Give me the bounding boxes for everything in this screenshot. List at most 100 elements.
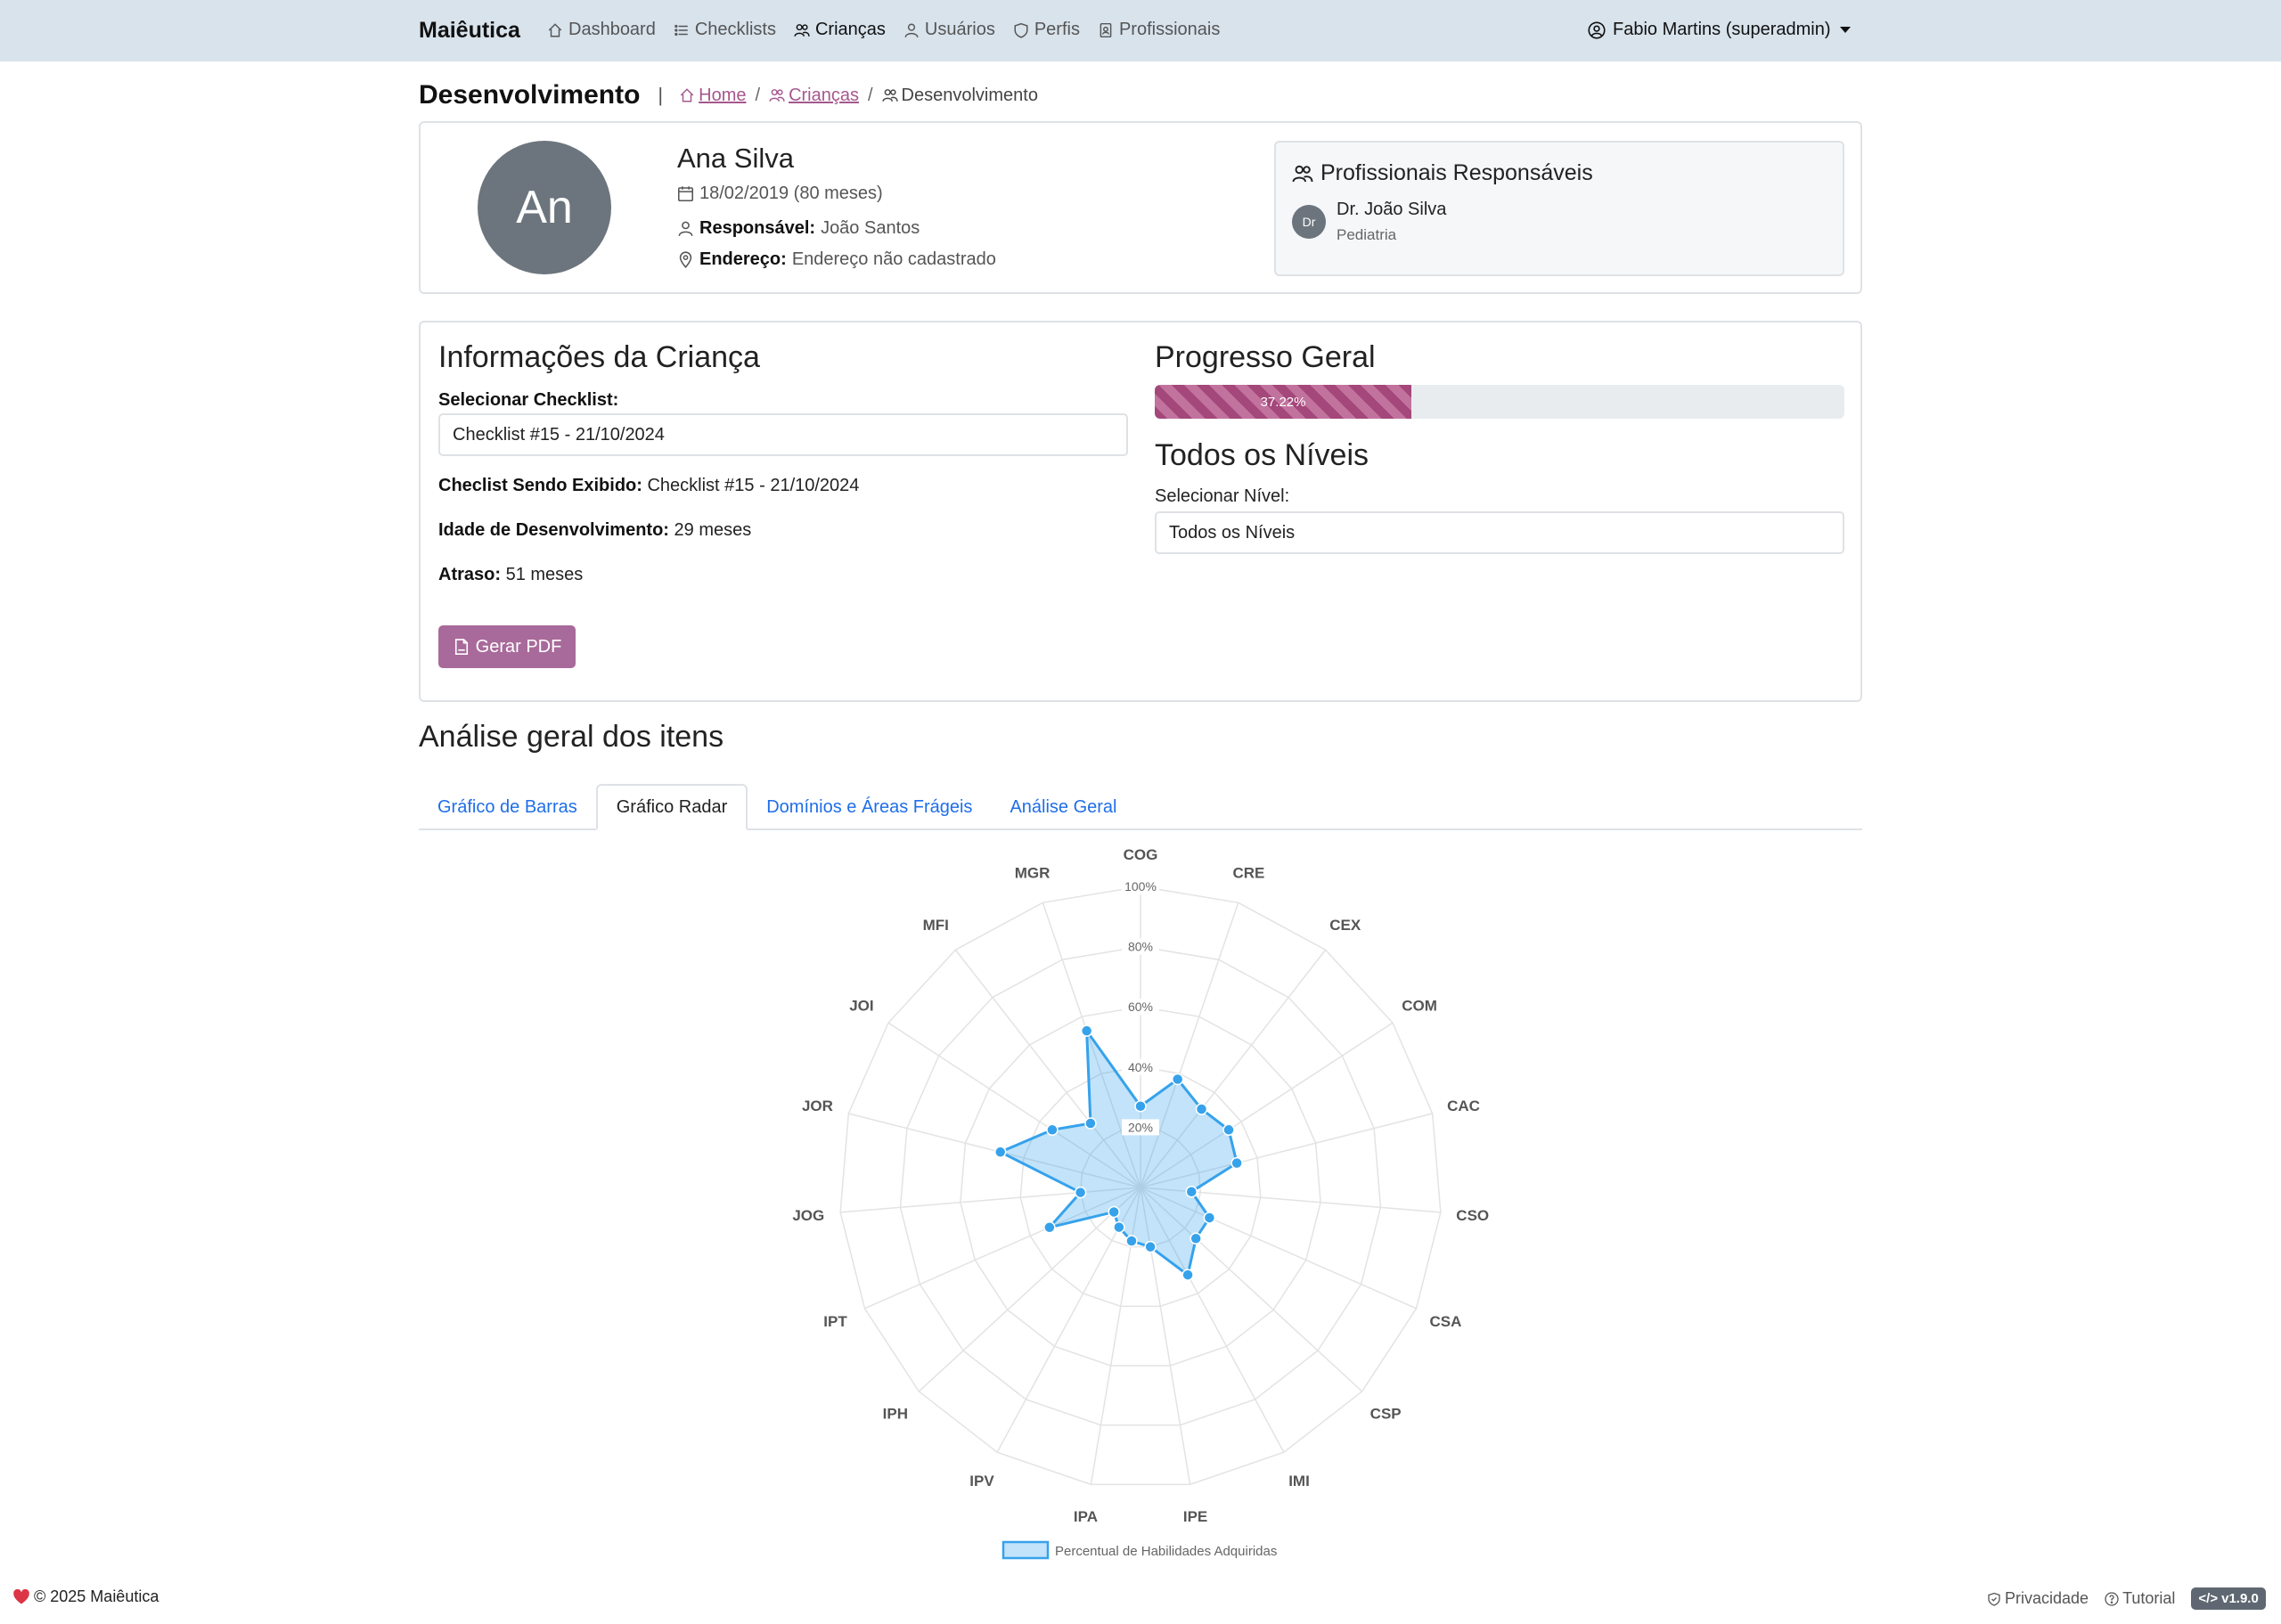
delay-value: 51 meses (505, 565, 584, 584)
radar-data-point (1043, 1221, 1056, 1234)
endereco-line: Endereço: Endereço não cadastrado (677, 249, 996, 270)
shield-check-icon (1988, 1592, 2000, 1606)
checklist-select-label: Selecionar Checklist: (438, 390, 619, 410)
radar-category-label: CEX (1329, 917, 1361, 934)
radar-data-point (1171, 1073, 1184, 1086)
generate-pdf-button[interactable]: Gerar PDF (438, 625, 576, 668)
radar-data-point (993, 1146, 1007, 1158)
radar-data-point (1108, 1205, 1120, 1219)
user-menu[interactable]: Fabio Martins (superadmin) (1588, 20, 1851, 40)
radar-data-point (1113, 1220, 1125, 1234)
responsavel-line: Responsável: João Santos (677, 218, 920, 239)
levels-title: Todos os Níveis (1155, 438, 1369, 472)
people-icon (769, 89, 785, 102)
title-separator: | (658, 84, 664, 106)
tab-bar-chart[interactable]: Gráfico de Barras (419, 784, 596, 830)
footer-right: Privacidade Tutorial </> v1.9.0 (1987, 1587, 2266, 1610)
breadcrumb-divider: / (867, 85, 873, 105)
radar-category-label: IPH (883, 1405, 908, 1422)
checklist-select[interactable]: Checklist #15 - 21/10/2024 (438, 413, 1128, 456)
breadcrumb-home-label: Home (699, 85, 747, 105)
analysis-tabs: Gráfico de Barras Gráfico Radar Domínios… (419, 784, 1862, 830)
privacy-link[interactable]: Privacidade (1987, 1589, 2089, 1608)
location-pin-icon (679, 251, 692, 268)
tutorial-link[interactable]: Tutorial (2105, 1589, 2175, 1608)
home-icon (680, 88, 694, 102)
page-header: Desenvolvimento | Home / Crianças / Dese… (419, 80, 1038, 110)
nav-usuarios[interactable]: Usuários (903, 20, 995, 40)
file-pdf-icon (454, 639, 468, 655)
radar-tick-label: 80% (1128, 940, 1153, 954)
endereco-label: Endereço: (699, 249, 787, 269)
radar-category-label: COM (1402, 997, 1437, 1014)
birth-date: 18/02/2019 (80 meses) (677, 184, 883, 204)
child-avatar: An (478, 141, 611, 274)
people-icon (1292, 165, 1313, 182)
radar-category-label: CSP (1370, 1405, 1402, 1422)
level-select-label: Selecionar Nível: (1155, 486, 1290, 506)
radar-data-point (1222, 1123, 1235, 1137)
home-icon (548, 22, 562, 37)
radar-category-label: CSO (1456, 1207, 1489, 1224)
code-icon: </> (2198, 1591, 2219, 1606)
radar-data-point (1125, 1235, 1138, 1247)
brand-logo[interactable]: Maiêutica (419, 18, 520, 44)
nav-checklists-label: Checklists (694, 20, 776, 39)
privacy-label: Privacidade (2005, 1589, 2089, 1607)
radar-legend-label: Percentual de Habilidades Adquiridas (1055, 1544, 1277, 1559)
radar-spoke (918, 1187, 1141, 1392)
level-select[interactable]: Todos os Níveis (1155, 511, 1844, 554)
nav-dashboard[interactable]: Dashboard (547, 20, 656, 40)
calendar-icon (678, 186, 693, 201)
radar-category-label: IPE (1183, 1508, 1207, 1525)
progress-fill: 37.22% (1155, 385, 1412, 419)
radar-tick-label: 40% (1128, 1060, 1153, 1074)
question-circle-icon (2105, 1591, 2119, 1606)
breadcrumb-current: Desenvolvimento (881, 86, 1038, 106)
breadcrumb-criancas[interactable]: Crianças (769, 86, 859, 106)
radar-category-label: JOR (802, 1098, 833, 1114)
responsavel-value: João Santos (821, 218, 920, 238)
version-text: v1.9.0 (2221, 1591, 2259, 1606)
breadcrumb-home[interactable]: Home (679, 85, 747, 106)
version-badge: </> v1.9.0 (2191, 1587, 2266, 1610)
radar-legend-swatch (1002, 1540, 1050, 1560)
radar-data-point (1134, 1099, 1147, 1113)
tutorial-label: Tutorial (2122, 1589, 2176, 1607)
radar-category-label: MFI (923, 917, 949, 934)
radar-category-label: MGR (1015, 864, 1051, 881)
showing-label: Checlist Sendo Exibido: (438, 476, 642, 495)
tab-general-analysis[interactable]: Análise Geral (991, 784, 1135, 830)
people-icon (794, 23, 810, 37)
child-name: Ana Silva (677, 143, 794, 174)
radar-category-label: CRE (1232, 864, 1264, 881)
tab-fragile-domains[interactable]: Domínios e Áreas Frágeis (748, 784, 991, 830)
radar-category-label: IPA (1074, 1508, 1098, 1525)
birth-date-text: 18/02/2019 (80 meses) (699, 184, 883, 203)
nav-perfis-label: Perfis (1034, 20, 1080, 39)
people-icon (881, 89, 898, 102)
nav-criancas[interactable]: Crianças (794, 20, 886, 40)
child-profile-card: An Ana Silva 18/02/2019 (80 meses) Respo… (419, 121, 1862, 294)
dev-age-label: Idade de Desenvolvimento: (438, 520, 669, 540)
professionals-title: Profissionais Responsáveis (1292, 160, 1593, 186)
nav-criancas-label: Crianças (814, 20, 886, 39)
heart-icon (13, 1588, 29, 1604)
radar-data-point (1046, 1123, 1059, 1137)
nav-profissionais[interactable]: Profissionais (1098, 20, 1220, 40)
showing-value: Checklist #15 - 21/10/2024 (647, 476, 860, 495)
tab-radar-chart[interactable]: Gráfico Radar (595, 784, 748, 830)
nav-links: Dashboard Checklists Crianças Usuários P… (547, 20, 1238, 40)
radar-tick-label: 60% (1128, 1000, 1153, 1014)
radar-legend: Percentual de Habilidades Adquiridas (1002, 1540, 1277, 1560)
delay: Atraso: 51 meses (438, 565, 583, 585)
professional-name: Dr. João Silva (1337, 200, 1447, 219)
responsavel-label: Responsável: (699, 218, 816, 238)
nav-checklists[interactable]: Checklists (674, 20, 776, 40)
radar-data-point (1230, 1156, 1243, 1170)
nav-perfis[interactable]: Perfis (1013, 20, 1080, 40)
radar-data-point (1203, 1212, 1216, 1224)
radar-data-point (1185, 1185, 1198, 1198)
progress-bar: 37.22% (1155, 385, 1844, 419)
generate-pdf-label: Gerar PDF (475, 636, 562, 657)
